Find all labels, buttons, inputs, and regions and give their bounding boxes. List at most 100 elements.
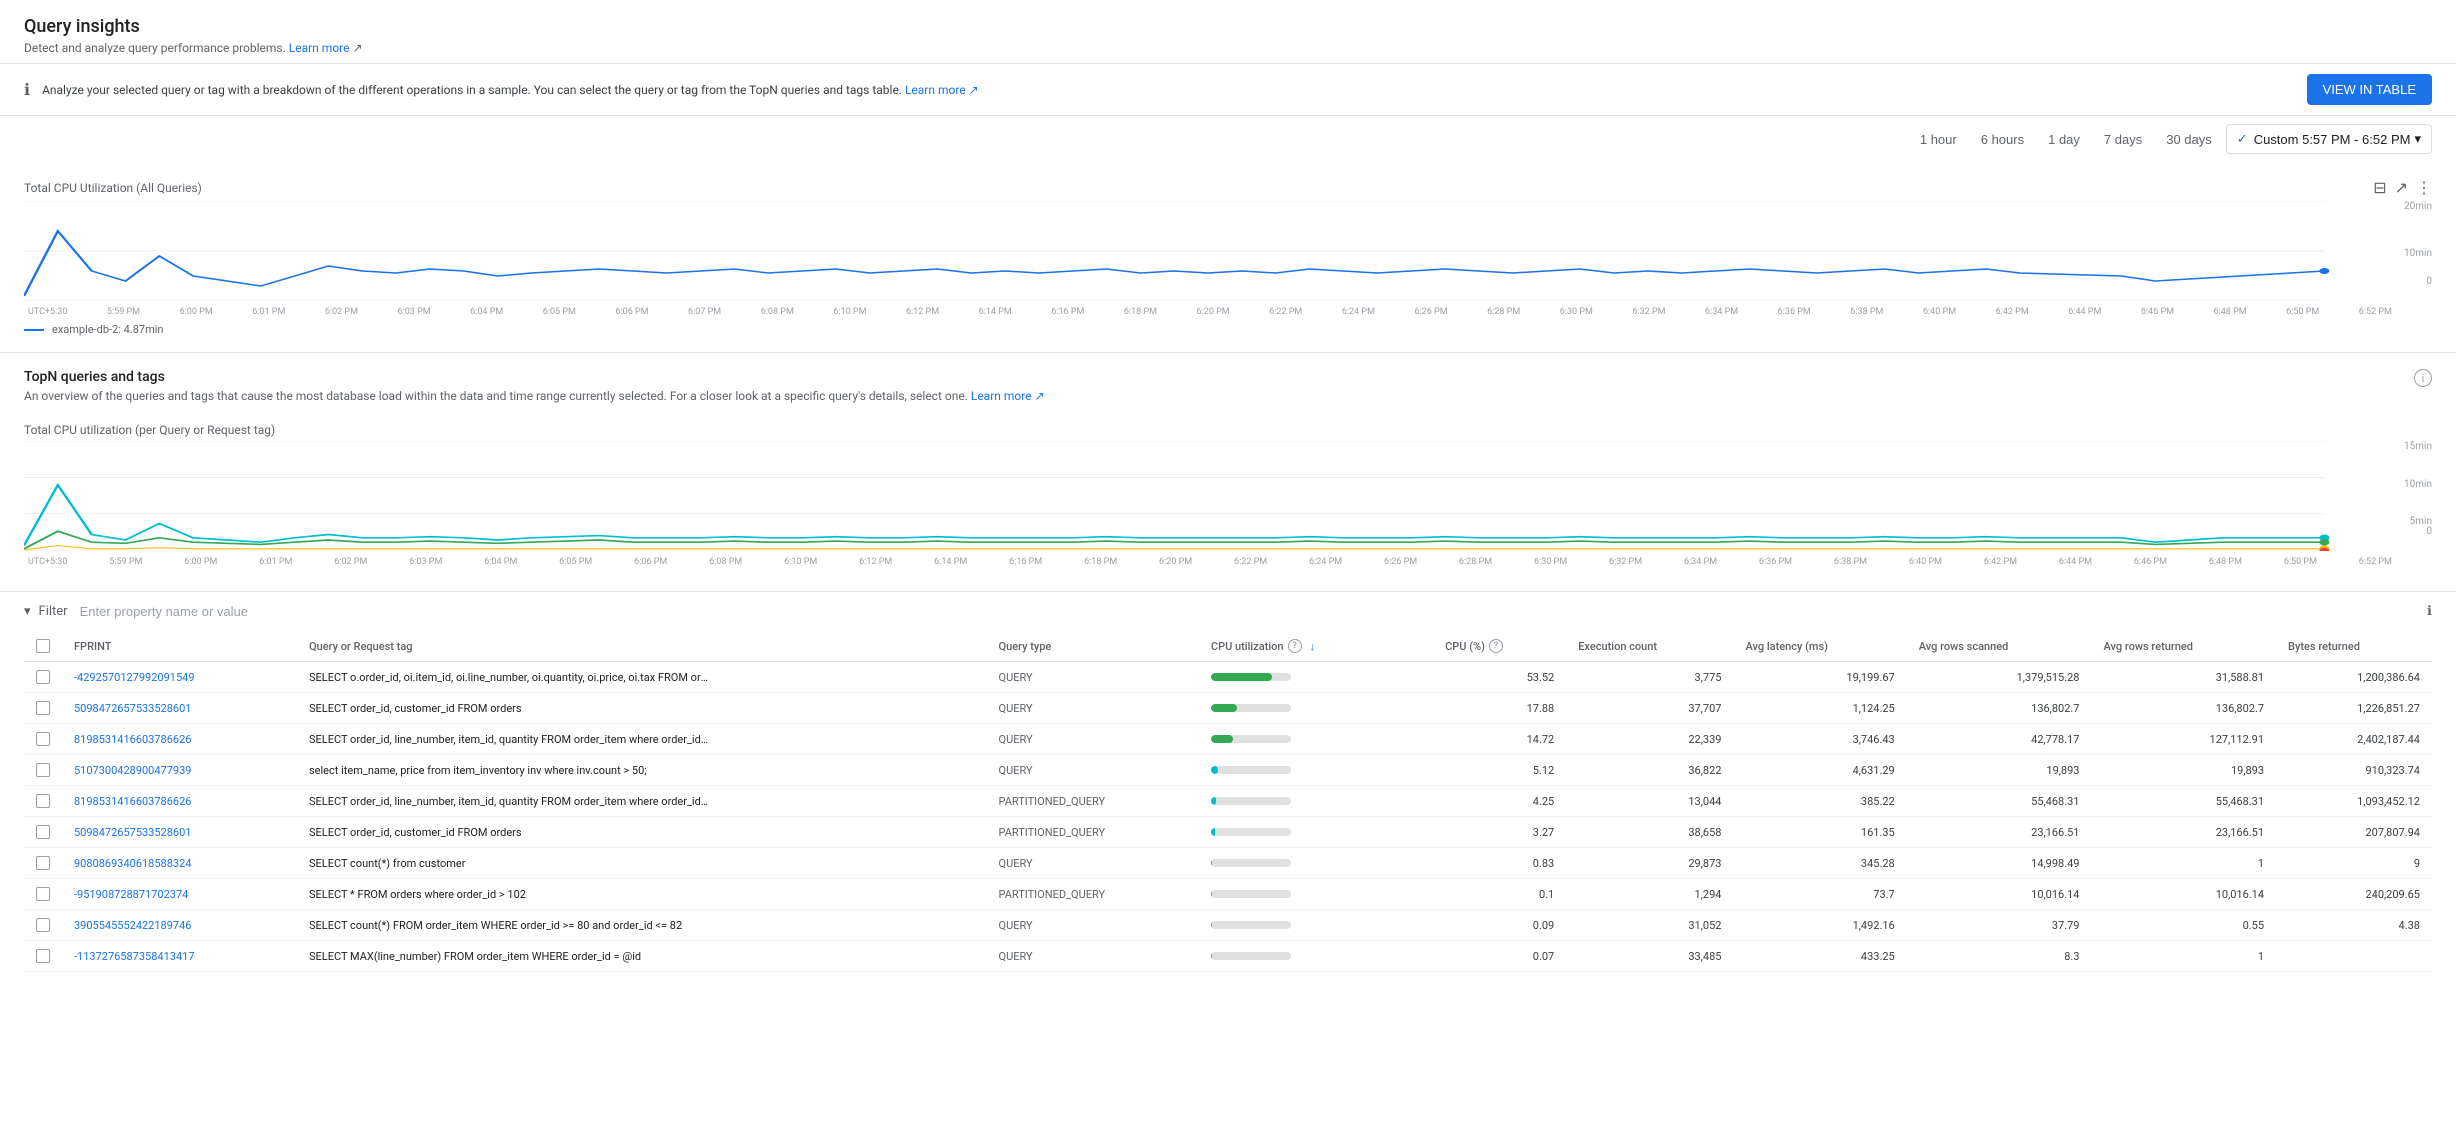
legend-line [24,329,44,331]
cpu-bar-container [1211,797,1331,805]
fprint-link[interactable]: 9080869340618588324 [74,857,191,870]
row-cpu-pct: 0.09 [1433,910,1566,941]
fprint-link[interactable]: 3905545552422189746 [74,919,191,932]
table-body: -4292570127992091549 SELECT o.order_id, … [24,662,2432,972]
row-bytes-returned: 240,209.65 [2276,879,2432,910]
row-checkbox[interactable] [36,949,50,963]
chart-header: Total CPU Utilization (All Queries) ⊟ ↗ … [24,178,2432,197]
th-cpu-util[interactable]: CPU utilization ? ↓ [1199,631,1433,662]
row-avg-rows-scanned: 10,016.14 [1907,879,2092,910]
info-banner: ℹ Analyze your selected query or tag wit… [0,64,2456,116]
chart-more-icon[interactable]: ⋮ [2416,178,2432,197]
fprint-link[interactable]: -951908728871702374 [74,888,188,901]
time-btn-1day[interactable]: 1 day [2038,126,2090,153]
cpu-bar-bg [1211,735,1291,743]
time-btn-30days[interactable]: 30 days [2156,126,2222,153]
row-fprint: 5098472657533528601 [62,817,297,848]
row-query-type: QUERY [987,910,1199,941]
chart-icon-1[interactable]: ⊟ [2373,178,2386,197]
row-avg-rows-scanned: 1,379,515.28 [1907,662,2092,693]
row-cpu-pct: 0.07 [1433,941,1566,972]
row-avg-rows-returned: 0.55 [2091,910,2276,941]
query-type-label: PARTITIONED_QUERY [999,888,1106,901]
row-checkbox[interactable] [36,763,50,777]
cpu-pct-help-icon[interactable]: ? [1489,639,1503,653]
info-banner-learn-more[interactable]: Learn more ↗ [905,83,979,97]
fprint-link[interactable]: 8198531416603786626 [74,795,191,808]
row-avg-latency: 1,124.25 [1733,693,1906,724]
row-avg-latency: 19,199.67 [1733,662,1906,693]
row-exec-count: 38,658 [1566,817,1733,848]
table-row: -4292570127992091549 SELECT o.order_id, … [24,662,2432,693]
row-checkbox[interactable] [36,732,50,746]
row-fprint: 5107300428900477939 [62,755,297,786]
fprint-link[interactable]: 8198531416603786626 [74,733,191,746]
time-btn-7days[interactable]: 7 days [2094,126,2152,153]
row-checkbox-cell [24,848,62,879]
filter-label: Filter [39,604,68,619]
table-head: FPRINT Query or Request tag Query type C… [24,631,2432,662]
page-subtitle: Detect and analyze query performance pro… [24,41,2432,55]
row-cpu-pct: 4.25 [1433,786,1566,817]
row-checkbox[interactable] [36,918,50,932]
row-query-type: QUERY [987,693,1199,724]
cpu-bar-container [1211,828,1331,836]
query-text: SELECT order_id, line_number, item_id, q… [309,795,709,808]
fprint-link[interactable]: 5098472657533528601 [74,702,191,715]
row-bytes-returned [2276,941,2432,972]
sort-down-icon: ↓ [1310,640,1316,653]
row-bytes-returned: 1,226,851.27 [2276,693,2432,724]
fprint-link[interactable]: -4292570127992091549 [74,671,195,684]
chart-icon-2[interactable]: ↗ [2395,178,2408,197]
cpu-bar-container [1211,735,1331,743]
topn-title: TopN queries and tags [24,369,1045,385]
row-checkbox-cell [24,755,62,786]
row-query: SELECT order_id, line_number, item_id, q… [297,786,987,817]
row-avg-rows-scanned: 136,802.7 [1907,693,2092,724]
row-query: SELECT order_id, customer_id FROM orders [297,693,987,724]
row-cpu-bar [1199,662,1433,693]
row-checkbox-cell [24,724,62,755]
fprint-link[interactable]: 5107300428900477939 [74,764,191,777]
row-query: select item_name, price from item_invent… [297,755,987,786]
cpu-util-help-icon[interactable]: ? [1288,639,1302,653]
topn-info-icon[interactable]: i [2414,369,2432,387]
fprint-link[interactable]: -1137276587358413417 [74,950,195,963]
row-checkbox[interactable] [36,701,50,715]
row-checkbox[interactable] [36,887,50,901]
row-checkbox[interactable] [36,794,50,808]
topn-learn-more[interactable]: Learn more ↗ [971,389,1045,403]
row-checkbox[interactable] [36,670,50,684]
table-row: -951908728871702374 SELECT * FROM orders… [24,879,2432,910]
table-row: 5107300428900477939 select item_name, pr… [24,755,2432,786]
row-avg-rows-returned: 136,802.7 [2091,693,2276,724]
topn-chart-x-axis: UTC+5:30 5:59 PM 6:00 PM 6:01 PM 6:02 PM… [24,557,2432,567]
topn-chart-container: Total CPU utilization (per Query or Requ… [24,415,2432,575]
time-btn-1hour[interactable]: 1 hour [1910,126,1967,153]
y-label-10min: 10min [2404,248,2432,259]
select-all-checkbox[interactable] [36,639,50,653]
view-in-table-button[interactable]: VIEW IN TABLE [2307,74,2432,105]
fprint-link[interactable]: 5098472657533528601 [74,826,191,839]
cpu-bar-bg [1211,859,1291,867]
time-btn-6hours[interactable]: 6 hours [1971,126,2034,153]
cpu-bar-bg [1211,890,1291,898]
topn-header: TopN queries and tags An overview of the… [24,369,2432,415]
header-learn-more-link[interactable]: Learn more [289,41,350,55]
cpu-chart-section: Total CPU Utilization (All Queries) ⊟ ↗ … [0,162,2456,353]
row-checkbox-cell [24,910,62,941]
row-bytes-returned: 207,807.94 [2276,817,2432,848]
row-avg-rows-returned: 10,016.14 [2091,879,2276,910]
custom-time-button[interactable]: ✓ Custom 5:57 PM - 6:52 PM ▾ [2226,124,2432,154]
row-checkbox[interactable] [36,856,50,870]
filter-input[interactable] [80,604,2419,619]
row-checkbox[interactable] [36,825,50,839]
cpu-bar-bg [1211,921,1291,929]
row-fprint: 5098472657533528601 [62,693,297,724]
cpu-bar-container [1211,952,1331,960]
th-cpu-pct: CPU (%) ? [1433,631,1566,662]
query-type-label: QUERY [999,702,1033,715]
chart-controls: ⊟ ↗ ⋮ [2373,178,2432,197]
filter-info-icon[interactable]: ℹ [2427,604,2432,619]
cpu-bar-container [1211,890,1331,898]
